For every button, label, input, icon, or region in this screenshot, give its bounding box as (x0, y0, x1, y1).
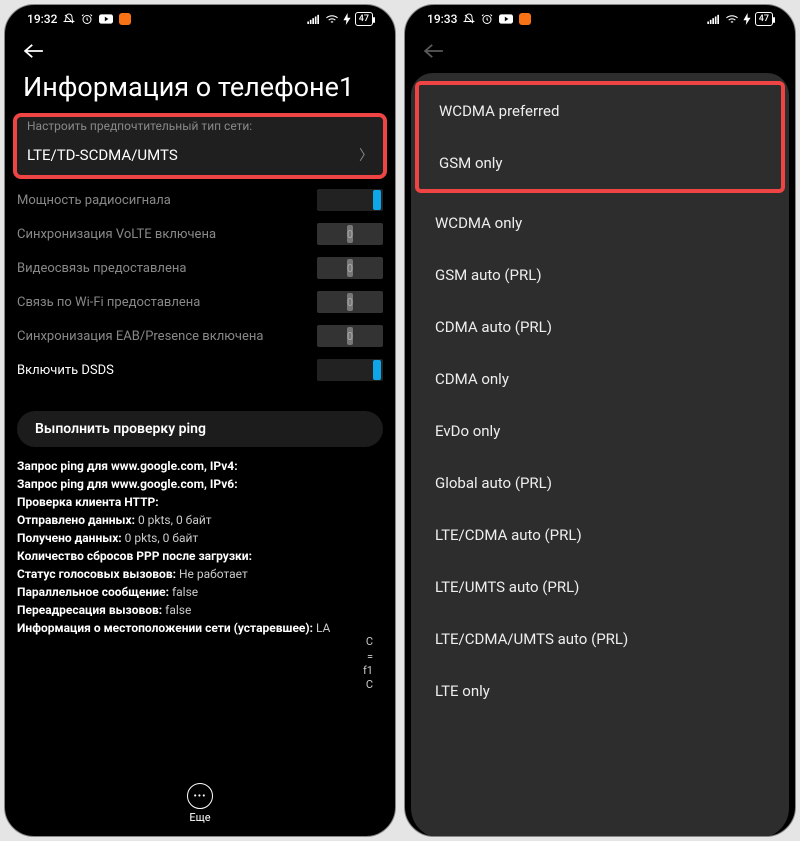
network-type-row[interactable]: LTE/TD-SCDMA/UMTS 〉 (17, 137, 383, 173)
network-option[interactable]: WCDMA preferred (419, 85, 781, 137)
setting-row[interactable]: Синхронизация VoLTE включена 0 (17, 217, 383, 251)
dnd-icon (463, 13, 475, 25)
setting-label: Мощность радиосигнала (17, 193, 309, 209)
info-block: Запрос ping для www.google.com, IPv4:Зап… (5, 457, 395, 637)
network-option[interactable]: LTE/CDMA/UMTS auto (PRL) (411, 613, 789, 665)
network-options-sheet: WCDMA preferredGSM only WCDMA onlyGSM au… (411, 73, 789, 837)
info-line: Статус голосовых вызовов: Не работает (17, 565, 383, 583)
setting-row[interactable]: Видеосвязь предоставлена 0 (17, 251, 383, 285)
info-line: Количество сбросов PPP после загрузки: (17, 547, 383, 565)
signal-icon (707, 14, 721, 24)
youtube-icon (99, 14, 113, 24)
toggle[interactable]: 0 (317, 325, 383, 347)
info-line: Получено данных: 0 pkts, 0 байт (17, 529, 383, 547)
setting-label: Синхронизация VoLTE включена (17, 227, 309, 243)
settings-list: Мощность радиосигнала Синхронизация VoLTE… (5, 179, 395, 393)
network-option[interactable]: CDMA auto (PRL) (411, 301, 789, 353)
alarm-icon (481, 13, 493, 25)
app-icon (119, 13, 131, 25)
more-button[interactable]: ••• (187, 783, 213, 809)
network-option[interactable]: Global auto (PRL) (411, 457, 789, 509)
info-line: Запрос ping для www.google.com, IPv6: (17, 475, 383, 493)
network-option[interactable]: LTE/UMTS auto (PRL) (411, 561, 789, 613)
toggle[interactable]: 0 (317, 223, 383, 245)
network-type-value: LTE/TD-SCDMA/UMTS (27, 146, 178, 164)
toggle[interactable]: 0 (317, 291, 383, 313)
network-option[interactable]: LTE/CDMA auto (PRL) (411, 509, 789, 561)
charging-icon (343, 13, 351, 25)
toggle[interactable] (317, 189, 383, 211)
setting-row[interactable]: Мощность радиосигнала (17, 183, 383, 217)
back-button[interactable] (405, 33, 795, 65)
network-option[interactable]: WCDMA only (411, 197, 789, 249)
battery-indicator: 47 (755, 12, 773, 26)
setting-row[interactable]: Синхронизация EAB/Presence включена 0 (17, 319, 383, 353)
network-option[interactable]: CDMA only (411, 353, 789, 405)
tail-text: C=f1C (5, 635, 395, 692)
setting-row[interactable]: Связь по Wi-Fi предоставлена 0 (17, 285, 383, 319)
app-icon (519, 13, 531, 25)
dnd-icon (63, 13, 75, 25)
network-option[interactable]: EvDo only (411, 405, 789, 457)
network-type-label: Настроить предпочтительный тип сети: (17, 119, 383, 137)
network-option[interactable]: LTE only (411, 665, 789, 717)
info-line: Параллельное сообщение: false (17, 583, 383, 601)
status-time: 19:32 (27, 12, 57, 26)
status-time: 19:33 (427, 12, 457, 26)
more-label: Еще (189, 811, 210, 824)
page-title: Информация о телефоне1 (5, 65, 395, 113)
info-line: Запрос ping для www.google.com, IPv4: (17, 457, 383, 475)
signal-icon (307, 14, 321, 24)
toggle[interactable] (317, 359, 383, 381)
setting-label: Видеосвязь предоставлена (17, 261, 309, 277)
phone-right: 19:33 47 WCDMA preferredGSM only WCDMA o… (404, 4, 796, 837)
youtube-icon (499, 14, 513, 24)
wifi-icon (725, 14, 739, 24)
highlighted-options: WCDMA preferredGSM only (415, 81, 785, 193)
network-option[interactable]: GSM auto (PRL) (411, 249, 789, 301)
battery-indicator: 47 (355, 12, 373, 26)
setting-row[interactable]: Включить DSDS (17, 353, 383, 387)
ping-button[interactable]: Выполнить проверку ping (17, 411, 383, 447)
wifi-icon (325, 14, 339, 24)
back-button[interactable] (5, 33, 395, 65)
status-bar: 19:32 47 (5, 5, 395, 33)
info-line: Отправлено данных: 0 pkts, 0 байт (17, 511, 383, 529)
status-bar: 19:33 47 (405, 5, 795, 33)
setting-label: Связь по Wi-Fi предоставлена (17, 295, 309, 311)
setting-label: Включить DSDS (17, 363, 309, 379)
toggle[interactable]: 0 (317, 257, 383, 279)
charging-icon (743, 13, 751, 25)
chevron-right-icon: 〉 (359, 145, 373, 165)
network-option[interactable]: GSM only (419, 137, 781, 189)
info-line: Переадресация вызовов: false (17, 601, 383, 619)
phone-left: 19:32 47 Информация о телефоне1 Настроит… (4, 4, 396, 837)
info-line: Проверка клиента HTTP: (17, 493, 383, 511)
alarm-icon (81, 13, 93, 25)
setting-label: Синхронизация EAB/Presence включена (17, 329, 309, 345)
network-type-highlight: Настроить предпочтительный тип сети: LTE… (13, 113, 387, 179)
bottom-bar: ••• Еще (5, 775, 395, 836)
